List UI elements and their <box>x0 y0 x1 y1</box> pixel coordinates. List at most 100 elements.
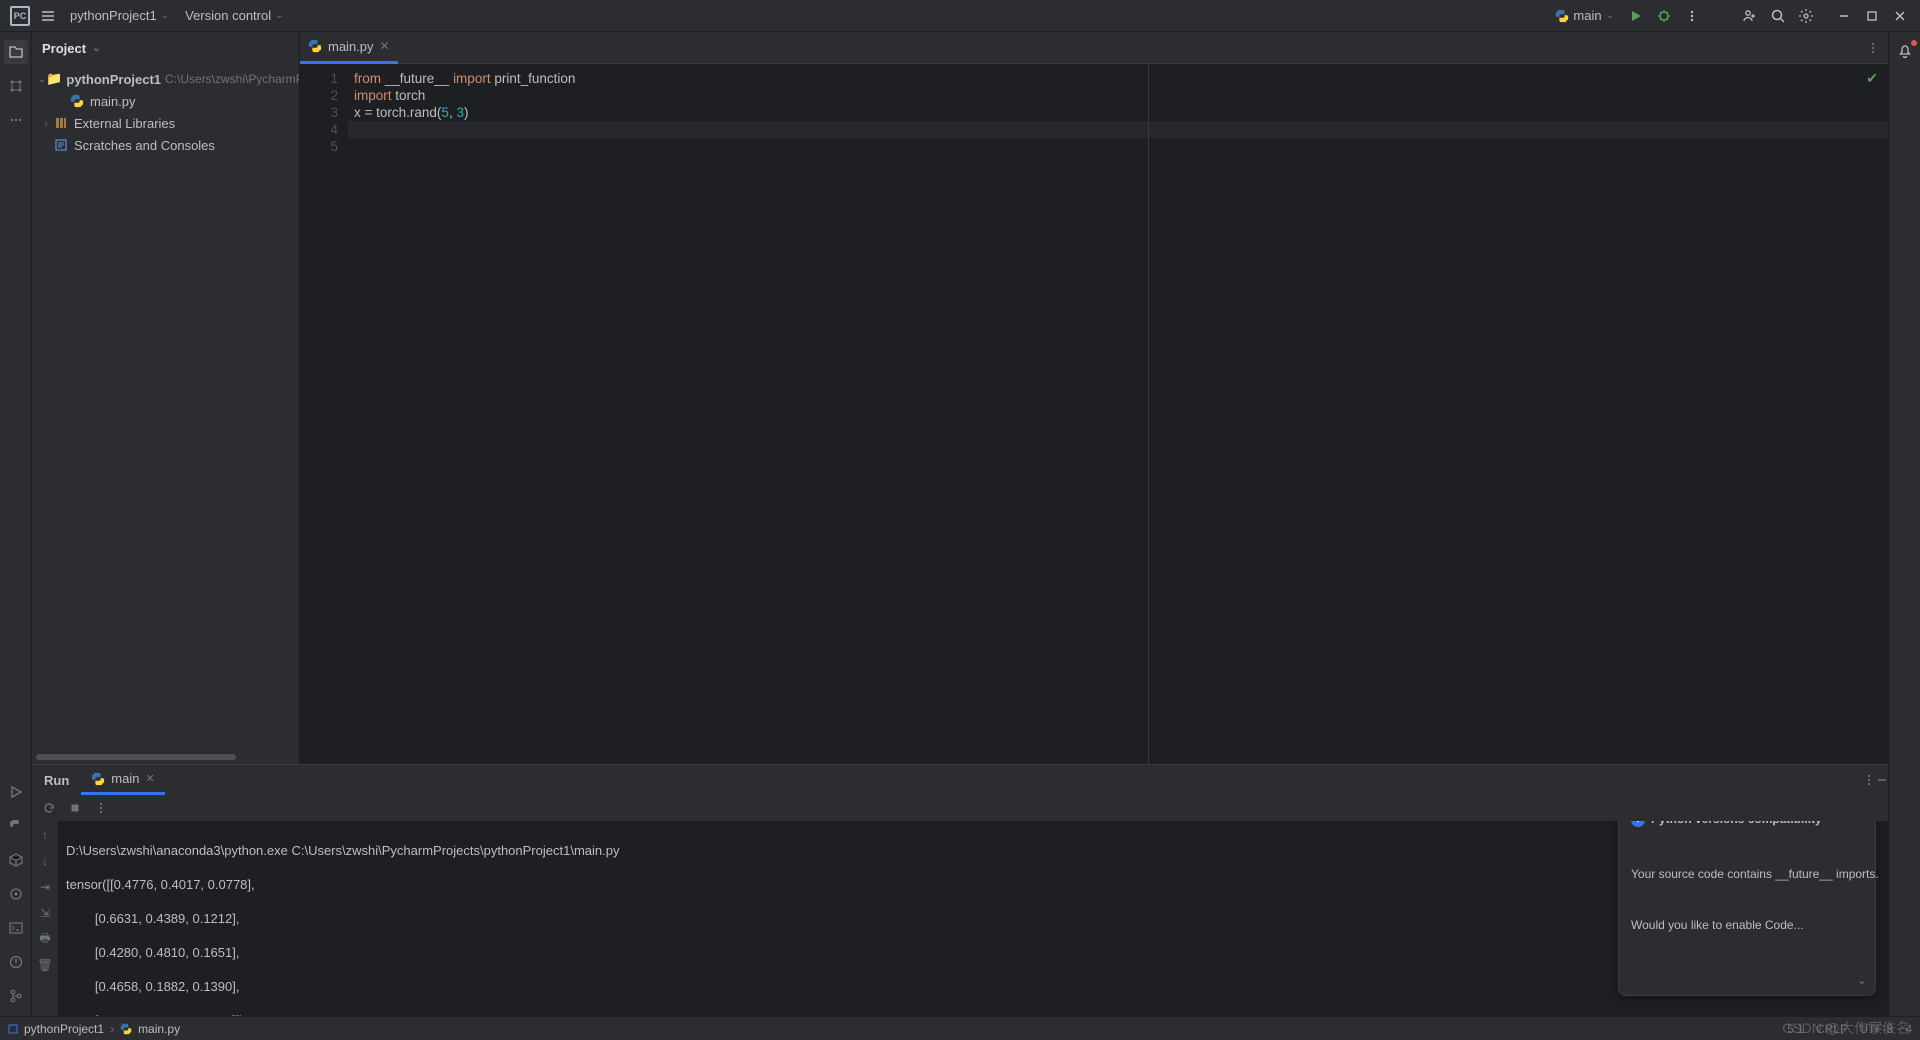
python-icon <box>91 772 105 786</box>
crumb-project: pythonProject1 <box>24 1022 104 1036</box>
settings-icon[interactable] <box>1792 2 1820 30</box>
down-arrow-icon[interactable]: ↓ <box>35 851 55 871</box>
structure-tool-button[interactable] <box>4 74 28 98</box>
current-line-highlight <box>348 121 1888 138</box>
run-tool-button[interactable] <box>4 780 28 804</box>
chevron-right-icon: › <box>110 1022 114 1036</box>
editor-tab-main[interactable]: main.py ✕ <box>300 32 398 64</box>
editor-area: main.py ✕ 1 2 3 4 5 <box>300 32 1888 764</box>
vcs-dropdown[interactable]: Version control ⌄ <box>177 2 291 30</box>
main-column: Project ⌄ ⌄ 📁 pythonProject1 C:\Users\zw… <box>32 32 1888 1016</box>
services-tool-button[interactable] <box>4 882 28 906</box>
run-panel-more-icon[interactable] <box>1862 773 1876 787</box>
python-packages-tool-button[interactable] <box>4 848 28 872</box>
info-icon: i <box>1631 821 1645 827</box>
tree-project-root[interactable]: ⌄ 📁 pythonProject1 C:\Users\zwshi\Pychar… <box>32 68 299 90</box>
run-config-name: main <box>1573 8 1601 23</box>
run-tab-main[interactable]: main ✕ <box>81 765 164 795</box>
run-body: ↑ ↓ ⇥ ⇲ 🖶 🗑 D:\Users\zwshi\anaconda3\pyt… <box>32 821 1888 1016</box>
run-config-dropdown[interactable]: main ⌄ <box>1547 2 1622 30</box>
titlebar: PC pythonProject1 ⌄ Version control ⌄ ma… <box>0 0 1920 32</box>
status-bar: pythonProject1 › main.py 5:1 CRLF UTF-8 … <box>0 1016 1920 1040</box>
root-path: C:\Users\zwshi\PycharmProjec <box>165 72 299 86</box>
editor-more-icon[interactable] <box>1866 41 1880 55</box>
chevron-down-icon: ⌄ <box>275 10 283 21</box>
close-tab-icon[interactable]: ✕ <box>145 772 154 785</box>
notification-popup[interactable]: i Python versions compatibility Your sou… <box>1618 821 1876 996</box>
tree-file-main[interactable]: main.py <box>32 90 299 112</box>
console-output[interactable]: D:\Users\zwshi\anaconda3\python.exe C:\U… <box>58 821 1888 1016</box>
print-icon[interactable]: 🖶 <box>35 929 55 949</box>
tree-scratches[interactable]: Scratches and Consoles <box>32 134 299 156</box>
h-scrollbar-thumb[interactable] <box>36 754 236 760</box>
chevron-down-icon: ⌄ <box>1606 10 1614 21</box>
left-tool-rail <box>0 32 32 1016</box>
python-icon <box>120 1023 132 1035</box>
vcs-tool-button[interactable] <box>4 984 28 1008</box>
inspection-ok-icon[interactable]: ✔ <box>1866 70 1878 87</box>
crumb-file: main.py <box>138 1022 180 1036</box>
vcs-label: Version control <box>185 8 271 23</box>
breadcrumb[interactable]: pythonProject1 › main.py <box>8 1022 180 1036</box>
work-area: Project ⌄ ⌄ 📁 pythonProject1 C:\Users\zw… <box>0 32 1920 1016</box>
expand-toggle[interactable]: › <box>38 118 54 129</box>
project-header-label: Project <box>42 41 86 56</box>
notifications-icon[interactable] <box>1893 40 1917 64</box>
python-console-tool-button[interactable] <box>4 814 28 838</box>
code-area[interactable]: from __future__ import print_function im… <box>348 64 1888 764</box>
project-panel-header[interactable]: Project ⌄ <box>32 32 299 64</box>
scroll-to-end-icon[interactable]: ⇲ <box>35 903 55 923</box>
python-icon <box>70 94 86 108</box>
app-logo[interactable]: PC <box>6 2 34 30</box>
gutter: 1 2 3 4 5 <box>300 64 348 764</box>
right-tool-rail <box>1888 32 1920 1016</box>
editor-tab-bar: main.py ✕ <box>300 32 1888 64</box>
project-dropdown[interactable]: pythonProject1 ⌄ <box>62 2 177 30</box>
more-actions-icon[interactable] <box>1678 2 1706 30</box>
problems-tool-button[interactable] <box>4 950 28 974</box>
python-icon <box>308 39 322 53</box>
chevron-down-icon: ⌄ <box>92 43 100 54</box>
indent-size[interactable]: 4 <box>1905 1022 1912 1036</box>
editor-body[interactable]: 1 2 3 4 5 from __future__ import print_f… <box>300 64 1888 764</box>
maximize-button[interactable] <box>1858 2 1886 30</box>
code-with-me-icon[interactable] <box>1736 2 1764 30</box>
module-icon <box>8 1024 18 1034</box>
terminal-tool-button[interactable] <box>4 916 28 940</box>
run-tab-label: main <box>111 771 139 786</box>
run-label: Run <box>32 773 81 788</box>
hide-panel-icon[interactable] <box>1876 774 1888 786</box>
clear-icon[interactable]: 🗑 <box>35 955 55 975</box>
tree-external-libs[interactable]: › External Libraries <box>32 112 299 134</box>
run-toolbar <box>32 795 1888 821</box>
project-panel: Project ⌄ ⌄ 📁 pythonProject1 C:\Users\zw… <box>32 32 300 764</box>
file-encoding[interactable]: UTF-8 <box>1859 1022 1893 1036</box>
close-tab-icon[interactable]: ✕ <box>380 39 390 53</box>
right-margin-line <box>1148 64 1149 764</box>
line-separator[interactable]: CRLF <box>1816 1022 1847 1036</box>
notification-title: Python versions compatibility <box>1651 821 1822 828</box>
toolbar-more-icon[interactable] <box>90 797 112 819</box>
up-arrow-icon[interactable]: ↑ <box>35 825 55 845</box>
project-tree[interactable]: ⌄ 📁 pythonProject1 C:\Users\zwshi\Pychar… <box>32 64 299 754</box>
soft-wrap-icon[interactable]: ⇥ <box>35 877 55 897</box>
rerun-button[interactable] <box>38 797 60 819</box>
more-tool-button[interactable] <box>4 108 28 132</box>
run-button[interactable] <box>1622 2 1650 30</box>
stop-button[interactable] <box>64 797 86 819</box>
chevron-down-icon: ⌄ <box>161 10 169 21</box>
minimize-button[interactable] <box>1830 2 1858 30</box>
close-button[interactable] <box>1886 2 1914 30</box>
notification-body-1: Your source code contains __future__ imp… <box>1631 866 1863 883</box>
expand-toggle[interactable]: ⌄ <box>38 74 46 85</box>
expand-notification-icon[interactable]: ⌄ <box>1857 972 1867 989</box>
cursor-position[interactable]: 5:1 <box>1787 1022 1804 1036</box>
debug-button[interactable] <box>1650 2 1678 30</box>
python-icon <box>1555 9 1569 23</box>
tab-label: main.py <box>328 39 374 54</box>
hamburger-icon[interactable] <box>34 2 62 30</box>
run-tab-bar: Run main ✕ <box>32 765 1888 795</box>
file-name: main.py <box>90 94 136 109</box>
search-icon[interactable] <box>1764 2 1792 30</box>
project-tool-button[interactable] <box>4 40 28 64</box>
